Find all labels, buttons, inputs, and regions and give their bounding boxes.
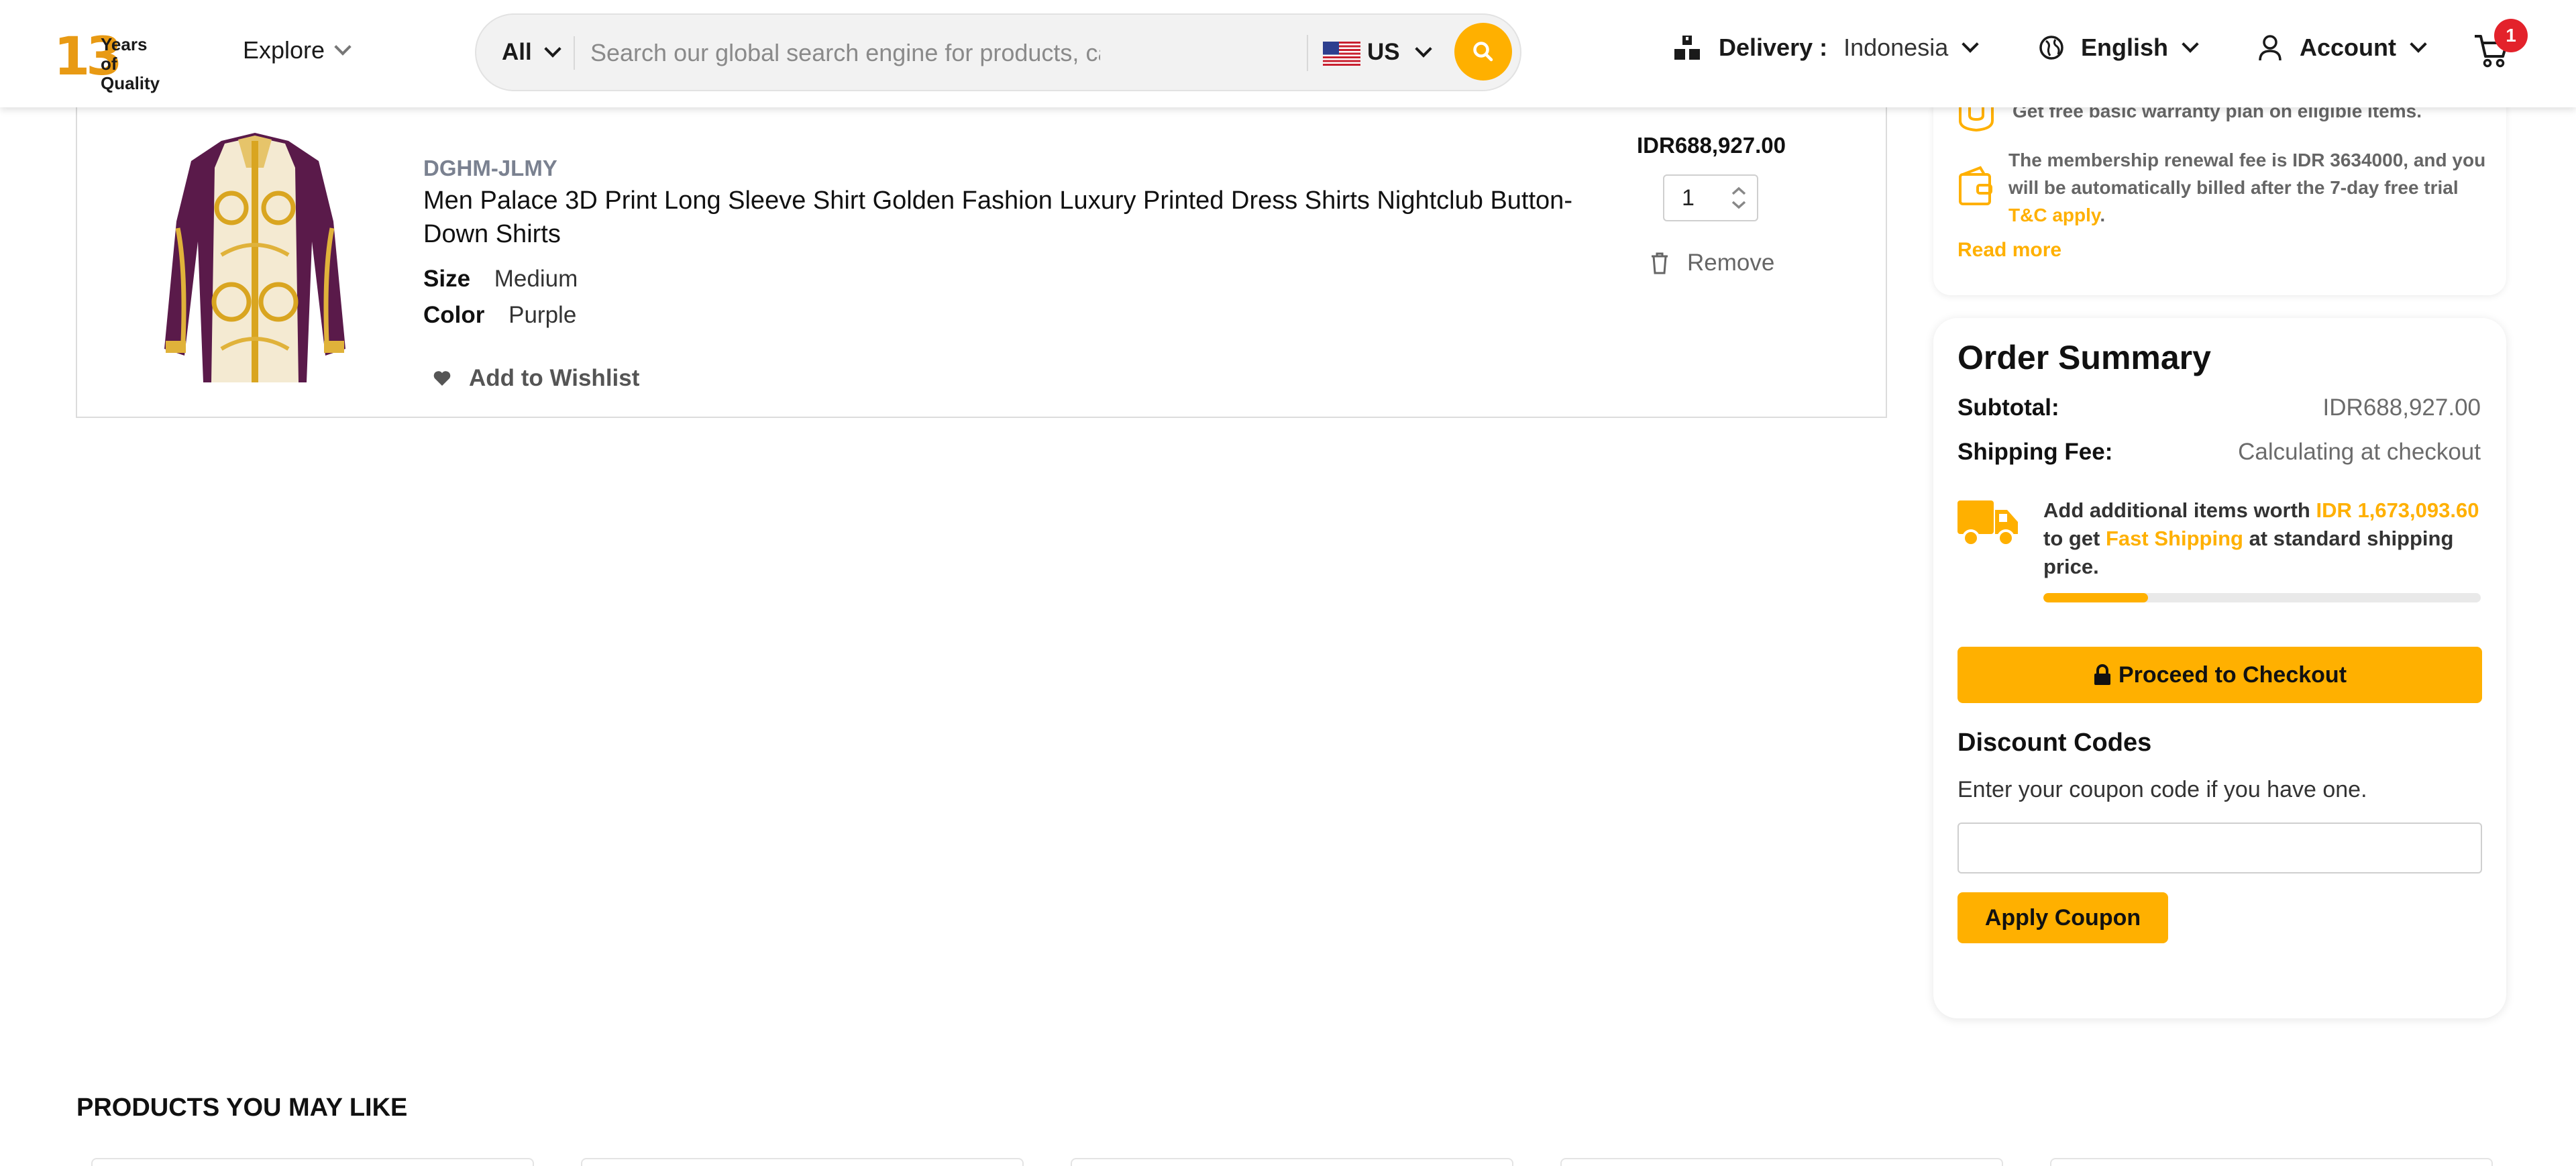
product-image[interactable] [158,127,352,389]
product-sku[interactable]: DGHM-JLMY [423,156,557,181]
add-to-wishlist-button[interactable]: Add to Wishlist [433,365,639,392]
fast-shipping-highlight: Fast Shipping [2106,527,2243,550]
remove-label: Remove [1687,250,1775,276]
renewal-text: The membership renewal fee is IDR 363400… [2008,150,2486,225]
related-product-card[interactable] [91,1158,534,1166]
free-shipping-notice: Add additional items worth IDR 1,673,093… [1957,496,2481,602]
account-menu[interactable]: Account [2257,34,2427,62]
color-label: Color [423,302,485,328]
tc-link[interactable]: T&C apply [2008,205,2100,225]
related-products-title: PRODUCTS YOU MAY LIKE [76,1094,408,1122]
product-color: Color Purple [423,302,576,329]
lock-icon [2094,664,2110,685]
remove-item-button[interactable]: Remove [1650,250,1774,276]
us-flag-icon [1323,42,1360,66]
language-select[interactable]: English [2038,34,2199,62]
coupon-code-input[interactable] [1957,823,2482,873]
chevron-down-icon [2182,36,2199,53]
explore-menu[interactable]: Explore [243,36,352,64]
search-button[interactable] [1454,23,1512,81]
globe-icon [2039,36,2063,60]
account-label: Account [2300,34,2396,61]
proceed-to-checkout-button[interactable]: Proceed to Checkout [1957,647,2482,703]
order-summary-title: Order Summary [1957,339,2211,376]
related-product-card[interactable] [581,1158,1024,1166]
subtotal-row: Subtotal: IDR688,927.00 [1957,394,2481,421]
order-summary-card: Order Summary Subtotal: IDR688,927.00 Sh… [1933,318,2506,1018]
size-label: Size [423,266,471,292]
chevron-down-icon [334,38,352,56]
shipping-progress-bar [2043,593,2481,602]
logo-text: Years of Quality [101,34,160,93]
subtotal-label: Subtotal: [1957,394,2059,421]
quantity-value: 1 [1682,185,1695,211]
read-more-link[interactable]: Read more [1957,239,2061,262]
chevron-down-icon [1962,36,1979,53]
delivery-label: Delivery : [1719,34,1828,61]
membership-info-card: Get free basic warranty plan on eligible… [1933,101,2506,295]
item-price: IDR688,927.00 [1637,133,1786,158]
color-value: Purple [508,302,577,328]
search-bar: All US [475,13,1521,91]
shipping-progress-fill [2043,593,2149,602]
boxes-icon [1674,36,1700,60]
language-label: English [2081,34,2169,61]
discount-hint: Enter your coupon code if you have one. [1957,777,2367,802]
search-input[interactable] [589,28,1102,78]
shipping-fee-label: Shipping Fee: [1957,439,2113,465]
wishlist-label: Add to Wishlist [469,365,640,391]
search-category-label: All [502,39,532,65]
user-icon [2259,35,2282,61]
heart-icon [433,371,451,386]
free-shipping-text: Add additional items worth IDR 1,673,093… [2043,498,2479,578]
checkout-label: Proceed to Checkout [2118,661,2347,688]
discount-codes-title: Discount Codes [1957,729,2152,757]
shipping-fee-value: Calculating at checkout [2238,439,2481,465]
apply-coupon-button[interactable]: Apply Coupon [1957,892,2168,943]
related-product-card[interactable] [1071,1158,1513,1166]
remaining-amount: IDR 1,673,093.60 [2316,498,2479,522]
chevron-down-icon [1414,40,1432,58]
region-label: US [1367,39,1400,65]
divider [574,36,575,70]
chevron-down-icon [544,40,561,58]
delivery-country: Indonesia [1843,34,1949,61]
size-value: Medium [494,266,578,292]
search-icon [1473,42,1493,62]
divider [1307,35,1308,71]
stepper-arrows-icon[interactable] [1730,183,1748,213]
shipping-fee-row: Shipping Fee: Calculating at checkout [1957,439,2481,466]
cart-item: DGHM-JLMY Men Palace 3D Print Long Sleev… [76,101,1887,418]
top-header: 13 Years of Quality Explore All US [0,0,2576,107]
trash-icon [1652,252,1668,274]
chevron-down-icon [2410,36,2427,53]
cart-count-badge: 1 [2494,19,2528,52]
product-size: Size Medium [423,266,578,293]
delivery-select[interactable]: Delivery : Indonesia [1673,34,1979,62]
brand-logo[interactable]: 13 Years of Quality [54,20,164,93]
wallet-icon [1959,166,1992,205]
quantity-stepper[interactable]: 1 [1663,174,1758,221]
subtotal-value: IDR688,927.00 [2322,394,2481,421]
related-product-card[interactable] [2050,1158,2493,1166]
search-category-select[interactable]: All [502,39,561,66]
region-select[interactable]: US [1367,39,1432,66]
delivery-truck-icon [1957,500,2018,547]
related-product-card[interactable] [1560,1158,2003,1166]
explore-label: Explore [243,36,325,64]
product-title[interactable]: Men Palace 3D Print Long Sleeve Shirt Go… [423,184,1577,251]
